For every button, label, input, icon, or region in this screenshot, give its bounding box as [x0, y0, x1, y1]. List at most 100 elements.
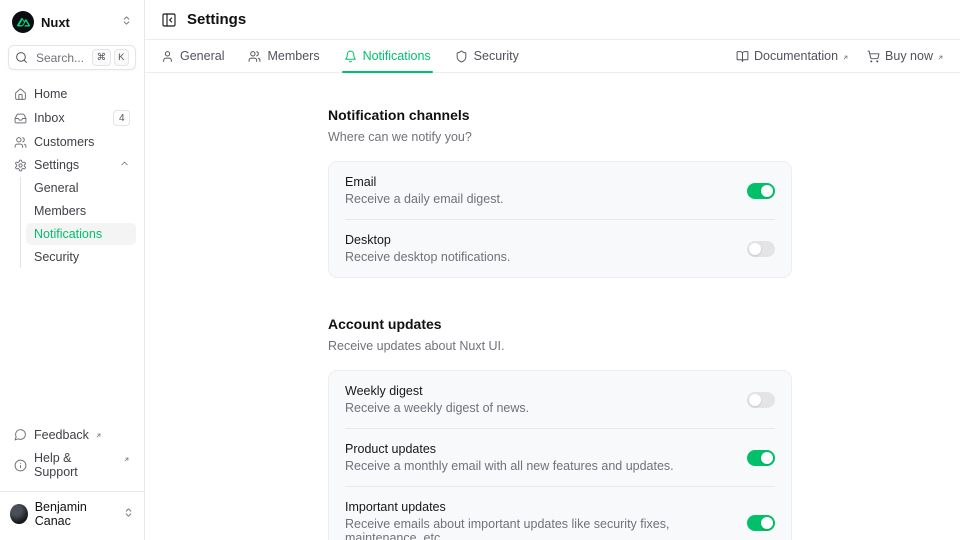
sidebar-footer-nav: Feedback Help & Support	[8, 423, 136, 483]
link-label: Documentation	[754, 49, 838, 63]
sidebar-item-help-support[interactable]: Help & Support	[8, 447, 136, 483]
sidebar-item-settings[interactable]: Settings	[8, 154, 136, 176]
user-name: Benjamin Canac	[35, 500, 116, 528]
setting-title: Weekly digest	[345, 384, 731, 398]
sidebar-item-label: Help & Support	[34, 451, 117, 479]
external-link-icon	[123, 452, 130, 466]
sidebar-item-customers[interactable]: Customers	[8, 131, 136, 153]
message-bubble-icon	[14, 428, 27, 441]
sidebar-item-label: Home	[34, 87, 67, 101]
tab-members[interactable]: Members	[248, 40, 319, 72]
external-link-icon	[95, 428, 102, 442]
settings-card: Email Receive a daily email digest. Desk…	[328, 161, 792, 278]
setting-row-desktop: Desktop Receive desktop notifications.	[345, 219, 775, 277]
gear-icon	[14, 159, 27, 172]
info-circle-icon	[14, 459, 27, 472]
chevron-up-icon	[119, 158, 130, 172]
sidebar-spacer	[8, 268, 136, 423]
sidebar-item-label: Settings	[34, 158, 79, 172]
product-updates-toggle[interactable]	[747, 450, 775, 466]
section-notification-channels: Notification channels Where can we notif…	[328, 107, 792, 278]
external-link-icon	[937, 50, 944, 64]
documentation-link[interactable]: Documentation	[736, 49, 849, 64]
tab-general[interactable]: General	[161, 40, 224, 72]
section-account-updates: Account updates Receive updates about Nu…	[328, 316, 792, 540]
page-header: Settings	[145, 0, 960, 40]
kbd-k: K	[114, 49, 129, 66]
inbox-count-badge: 4	[113, 110, 130, 126]
section-subtitle: Where can we notify you?	[328, 130, 792, 144]
section-title: Account updates	[328, 316, 792, 332]
setting-row-product-updates: Product updates Receive a monthly email …	[345, 428, 775, 486]
sidebar-item-feedback[interactable]: Feedback	[8, 423, 136, 446]
org-switcher[interactable]: Nuxt	[8, 8, 136, 36]
search-kbd-group: ⌘ K	[92, 49, 129, 66]
settings-tabbar: General Members Notifications Security D…	[145, 40, 960, 73]
weekly-digest-toggle[interactable]	[747, 392, 775, 408]
sidebar-item-notifications[interactable]: Notifications	[26, 223, 136, 245]
book-open-icon	[736, 50, 749, 63]
buy-now-link[interactable]: Buy now	[867, 49, 944, 64]
setting-description: Receive emails about important updates l…	[345, 517, 731, 540]
tab-label: Members	[267, 49, 319, 63]
setting-title: Product updates	[345, 442, 731, 456]
kbd-cmd: ⌘	[92, 49, 111, 66]
home-icon	[14, 88, 27, 101]
sidebar-item-label: Notifications	[34, 227, 102, 241]
shopping-cart-icon	[867, 50, 880, 63]
search-box[interactable]: ⌘ K	[8, 45, 136, 70]
chevron-up-down-icon	[123, 505, 134, 523]
users-icon	[14, 136, 27, 149]
tabbar-actions: Documentation Buy now	[736, 49, 944, 64]
bell-icon	[344, 50, 357, 63]
email-toggle[interactable]	[747, 183, 775, 199]
sidebar-item-inbox[interactable]: Inbox 4	[8, 106, 136, 130]
panel-left-close-icon	[161, 12, 177, 28]
tab-notifications[interactable]: Notifications	[344, 40, 431, 72]
sidebar-item-label: Customers	[34, 135, 94, 149]
users-icon	[248, 50, 261, 63]
tab-label: Security	[474, 49, 519, 63]
setting-title: Important updates	[345, 500, 731, 514]
app-window: Nuxt ⌘ K Home Inbox 4	[0, 0, 960, 540]
section-subtitle: Receive updates about Nuxt UI.	[328, 339, 792, 353]
setting-row-email: Email Receive a daily email digest.	[345, 162, 775, 219]
sidebar-collapse-button[interactable]	[161, 12, 177, 28]
setting-description: Receive a daily email digest.	[345, 192, 731, 206]
tab-label: General	[180, 49, 224, 63]
setting-title: Desktop	[345, 233, 731, 247]
sidebar-item-label: General	[34, 181, 78, 195]
setting-description: Receive a weekly digest of news.	[345, 401, 731, 415]
sidebar-item-label: Feedback	[34, 428, 89, 442]
main-area: Settings General Members Notifications S…	[145, 0, 960, 540]
sidebar-item-label: Security	[34, 250, 79, 264]
user-icon	[161, 50, 174, 63]
avatar	[10, 504, 28, 524]
sidebar-item-members[interactable]: Members	[26, 200, 136, 222]
sidebar-item-general[interactable]: General	[26, 177, 136, 199]
setting-row-important-updates: Important updates Receive emails about i…	[345, 486, 775, 540]
desktop-toggle[interactable]	[747, 241, 775, 257]
setting-description: Receive desktop notifications.	[345, 250, 731, 264]
sidebar-nav: Home Inbox 4 Customers Settings General	[8, 83, 136, 268]
shield-icon	[455, 50, 468, 63]
settings-card: Weekly digest Receive a weekly digest of…	[328, 370, 792, 540]
section-title: Notification channels	[328, 107, 792, 123]
setting-title: Email	[345, 175, 731, 189]
sidebar-item-label: Inbox	[34, 111, 65, 125]
tab-security[interactable]: Security	[455, 40, 519, 72]
settings-content: Notification channels Where can we notif…	[145, 73, 960, 540]
search-input[interactable]	[34, 50, 86, 66]
tab-label: Notifications	[363, 49, 431, 63]
setting-row-weekly-digest: Weekly digest Receive a weekly digest of…	[345, 371, 775, 428]
sidebar-item-home[interactable]: Home	[8, 83, 136, 105]
sidebar-item-security[interactable]: Security	[26, 246, 136, 268]
search-icon	[15, 51, 28, 64]
chevron-up-down-icon	[121, 13, 132, 31]
link-label: Buy now	[885, 49, 933, 63]
important-updates-toggle[interactable]	[747, 515, 775, 531]
sidebar-item-label: Members	[34, 204, 86, 218]
nuxt-logo-icon	[12, 11, 34, 33]
external-link-icon	[842, 50, 849, 64]
user-menu[interactable]: Benjamin Canac	[0, 491, 144, 532]
